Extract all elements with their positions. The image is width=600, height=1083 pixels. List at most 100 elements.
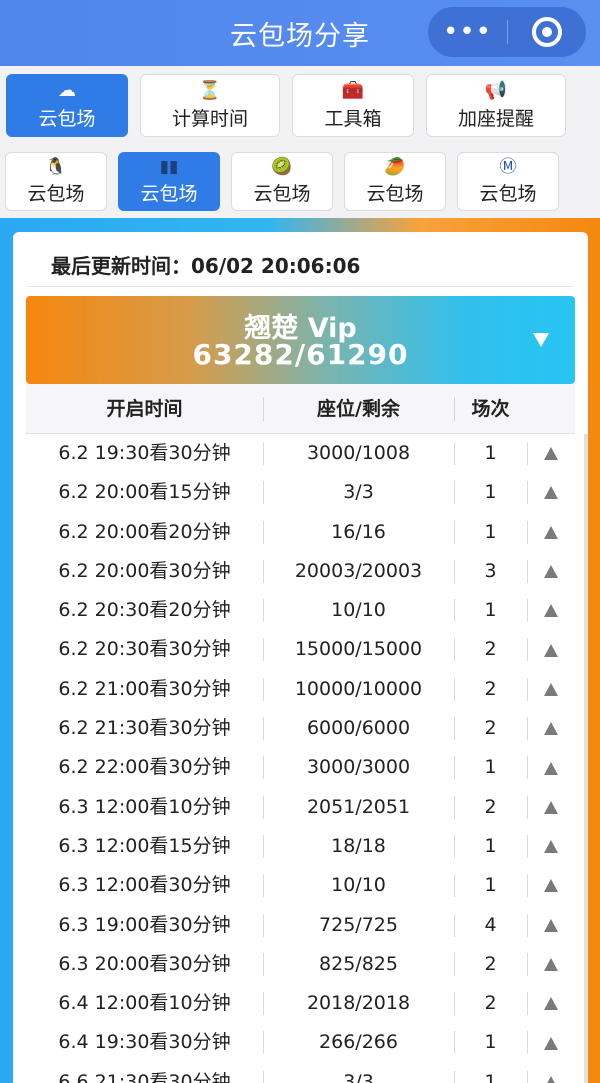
table-row: 6.2 21:30看30分钟 6000/6000 2	[26, 709, 575, 748]
column-divider	[263, 874, 264, 898]
expand-row-button[interactable]	[527, 984, 575, 1023]
cell-start-time: 6.2 20:30看30分钟	[58, 638, 231, 661]
cell-sessions: 1	[484, 481, 497, 504]
expand-row-button[interactable]	[527, 473, 575, 512]
header-sessions: 场次	[471, 398, 510, 420]
cell-start-time: 6.2 21:00看30分钟	[58, 677, 231, 700]
more-options-button[interactable]: •••	[428, 7, 507, 57]
subtab-kiwi[interactable]: 🥝 云包场	[231, 152, 333, 211]
triangle-up-icon	[544, 486, 558, 500]
cell-seats-remaining: 825/825	[319, 952, 398, 975]
cell-sessions: 1	[484, 834, 497, 857]
page-title: 云包场分享	[230, 20, 370, 52]
target-close-icon	[532, 17, 562, 47]
cell-start-time: 6.2 20:30看20分钟	[58, 599, 231, 622]
column-divider	[454, 913, 455, 937]
column-divider	[263, 1070, 264, 1083]
m-logo-icon: Ⓜ	[499, 157, 517, 177]
table-row: 6.2 19:30看30分钟 3000/1008 1	[26, 434, 575, 473]
column-divider	[454, 520, 455, 544]
toolbox-icon: 🧰	[341, 80, 365, 101]
triangle-up-icon	[544, 918, 558, 932]
column-divider	[263, 677, 264, 701]
expand-row-button[interactable]	[527, 906, 575, 945]
cell-start-time: 6.6 21:30看30分钟	[58, 1070, 231, 1083]
expand-row-button[interactable]	[527, 630, 575, 669]
column-divider	[454, 1031, 455, 1055]
expand-row-button[interactable]	[527, 552, 575, 591]
column-divider	[454, 717, 455, 741]
cell-seats-remaining: 10000/10000	[294, 677, 423, 700]
column-divider	[454, 638, 455, 662]
column-divider	[454, 677, 455, 701]
triangle-up-icon	[544, 1036, 558, 1050]
expand-row-button[interactable]	[527, 709, 575, 748]
triangle-up-icon	[544, 800, 558, 814]
expand-row-button[interactable]	[527, 591, 575, 630]
scrollbar[interactable]	[584, 434, 588, 1083]
triangle-up-icon	[544, 525, 558, 539]
subtab-penguin[interactable]: 🐧 云包场	[5, 152, 107, 211]
header-start-time: 开启时间	[106, 398, 183, 420]
expand-row-button[interactable]	[527, 1023, 575, 1062]
cell-sessions: 2	[484, 638, 497, 661]
cell-start-time: 6.4 12:00看10分钟	[58, 992, 231, 1015]
triangle-up-icon	[544, 761, 558, 775]
tab-label: 计算时间	[171, 108, 248, 130]
column-divider	[263, 756, 264, 780]
column-divider	[454, 481, 455, 505]
cell-sessions: 1	[484, 1070, 497, 1083]
column-divider	[263, 559, 264, 583]
cell-start-time: 6.2 21:30看30分钟	[58, 717, 231, 740]
triangle-up-icon	[544, 879, 558, 893]
column-divider	[454, 874, 455, 898]
expand-row-button[interactable]	[527, 434, 575, 473]
subtab-mango[interactable]: 🥭 云包场	[344, 152, 446, 211]
triangle-up-icon	[544, 643, 558, 657]
triangle-up-icon	[544, 958, 558, 971]
triangle-down-icon[interactable]	[533, 333, 549, 347]
close-mini-program-button[interactable]	[508, 7, 586, 57]
mini-program-capsule: •••	[428, 7, 586, 57]
cell-sessions: 4	[484, 913, 497, 936]
penguin-icon: 🐧	[45, 157, 67, 177]
expand-row-button[interactable]	[527, 945, 575, 984]
tab-toolbox[interactable]: 🧰 工具箱	[292, 74, 414, 137]
table-row: 6.4 19:30看30分钟 266/266 1	[26, 1023, 575, 1062]
last-update-time: 最后更新时间：06/02 20:06:06	[51, 254, 361, 278]
tab-seat-reminder[interactable]: 📢 加座提醒	[426, 74, 566, 137]
sub-tab-bar: 🐧 云包场 ▮▮ 云包场 🥝 云包场 🥭 云包场 Ⓜ 云包场	[0, 146, 600, 218]
tab-yun-baochang[interactable]: ☁ 云包场	[6, 74, 128, 137]
table-row: 6.3 12:00看10分钟 2051/2051 2	[26, 788, 575, 827]
cell-seats-remaining: 3/3	[343, 1070, 374, 1083]
expand-row-button[interactable]	[527, 670, 575, 709]
film-icon: ▮▮	[159, 157, 179, 177]
table-row: 6.2 20:00看15分钟 3/3 1	[26, 473, 575, 512]
subtab-m[interactable]: Ⓜ 云包场	[457, 152, 559, 211]
table-row: 6.4 12:00看10分钟 2018/2018 2	[26, 984, 575, 1023]
expand-row-button[interactable]	[527, 866, 575, 905]
tab-label: 加座提醒	[457, 108, 534, 130]
cell-seats-remaining: 266/266	[319, 1031, 398, 1054]
expand-row-button[interactable]	[527, 1063, 575, 1083]
cell-sessions: 2	[484, 952, 497, 975]
tab-calculate-time[interactable]: ⏳ 计算时间	[140, 74, 280, 137]
expand-row-button[interactable]	[527, 827, 575, 866]
cell-start-time: 6.4 19:30看30分钟	[58, 1031, 231, 1054]
triangle-up-icon	[544, 682, 558, 696]
cell-seats-remaining: 3000/3000	[306, 756, 411, 779]
triangle-up-icon	[544, 840, 558, 854]
vip-selector[interactable]: 翘楚 Vip 63282/61290	[26, 296, 575, 384]
subtab-film[interactable]: ▮▮ 云包场	[118, 152, 220, 211]
expand-row-button[interactable]	[527, 513, 575, 552]
table-row: 6.2 20:00看30分钟 20003/20003 3	[26, 552, 575, 591]
expand-row-button[interactable]	[527, 788, 575, 827]
content-card: 最后更新时间：06/02 20:06:06 翘楚 Vip 63282/61290…	[13, 232, 588, 1083]
triangle-up-icon	[544, 1075, 558, 1083]
column-divider	[263, 638, 264, 662]
tab-label: 工具箱	[324, 108, 382, 130]
table-row: 6.2 21:00看30分钟 10000/10000 2	[26, 670, 575, 709]
expand-row-button[interactable]	[527, 748, 575, 787]
column-divider	[263, 520, 264, 544]
column-divider	[263, 992, 264, 1016]
